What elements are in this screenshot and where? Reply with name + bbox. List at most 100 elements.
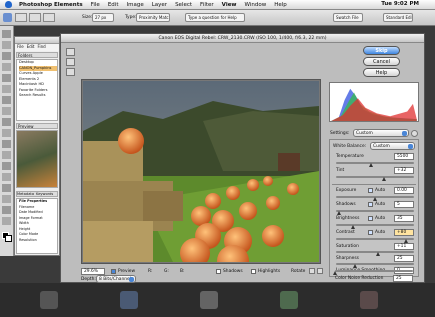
print-icon[interactable] [43, 13, 55, 22]
temperature-slider[interactable] [336, 162, 414, 164]
paint-bucket-tool-icon[interactable] [2, 162, 11, 170]
saturation-field[interactable]: +11 [394, 243, 414, 250]
contrast-auto-checkbox[interactable] [368, 230, 373, 235]
fb-menu-edit[interactable]: Edit [27, 44, 35, 51]
luminance-smoothing-slider-knob[interactable] [332, 271, 337, 275]
apple-menu-icon[interactable] [5, 1, 12, 8]
type-tool-icon[interactable] [2, 107, 11, 115]
zoom-tool-icon[interactable] [66, 48, 75, 56]
shadows-auto-checkbox[interactable] [368, 202, 373, 207]
brush-tool-icon[interactable] [2, 140, 11, 148]
rotate-left-icon[interactable] [309, 268, 315, 274]
settings-menu-icon[interactable] [411, 130, 418, 137]
save-icon[interactable] [29, 13, 41, 22]
temperature-slider-knob[interactable] [368, 163, 373, 167]
tint-slider-knob[interactable] [381, 177, 386, 181]
skip-button[interactable]: Skip [363, 46, 400, 55]
sharpness-slider[interactable] [336, 263, 414, 265]
menu-clock[interactable]: Tue 9:02 PM [381, 1, 419, 7]
marquee-tool-icon[interactable] [2, 74, 11, 82]
color-noise-reduction-field[interactable]: 25 [393, 275, 413, 282]
brightness-slider[interactable] [336, 224, 414, 226]
swatch-file-button[interactable]: Swatch File [333, 13, 363, 22]
preview-checkbox[interactable] [111, 269, 116, 274]
brightness-slider-knob[interactable] [351, 225, 356, 229]
menu-layer[interactable]: Layer [148, 2, 171, 8]
sponge-tool-icon[interactable] [2, 206, 11, 214]
tint-field[interactable]: +32 [394, 167, 414, 174]
brush-size-field[interactable]: 27 px [92, 13, 114, 22]
hand-tool-icon[interactable] [66, 58, 75, 66]
highlights-clipping-checkbox[interactable] [251, 269, 256, 274]
dock-app-icon[interactable] [200, 291, 218, 309]
shadows-field[interactable]: 5 [394, 201, 414, 208]
zoom-tool-icon[interactable] [2, 41, 11, 49]
white-balance-select[interactable]: Custom [370, 142, 415, 150]
menu-window[interactable]: Window [241, 2, 271, 8]
luminance-smoothing-slider[interactable] [335, 270, 413, 272]
fb-menu-file[interactable]: File [17, 44, 24, 51]
clone-stamp-tool-icon[interactable] [2, 217, 11, 225]
type-select[interactable]: Proximity Match [136, 13, 170, 22]
blur-tool-icon[interactable] [2, 195, 11, 203]
fb-menu-find[interactable]: Find [37, 44, 45, 51]
eyedropper-tool-icon[interactable] [2, 63, 11, 71]
menu-app-name[interactable]: Photoshop Elements [15, 2, 87, 8]
tab-keywords[interactable]: Keywords [36, 192, 53, 196]
tint-slider[interactable] [336, 176, 414, 178]
menu-image[interactable]: Image [122, 2, 147, 8]
tab-preview[interactable]: Preview [16, 123, 58, 129]
settings-select[interactable]: Custom [353, 129, 409, 137]
brightness-field[interactable]: 35 [394, 215, 414, 222]
depth-select[interactable]: 8 Bits/Channel [96, 275, 136, 283]
dock-app-icon[interactable] [40, 291, 58, 309]
standard-edit-button[interactable]: Standard Edit [383, 13, 413, 22]
exposure-slider-knob[interactable] [372, 197, 377, 201]
gradient-tool-icon[interactable] [2, 173, 11, 181]
menu-file[interactable]: File [87, 2, 104, 8]
white-balance-label: White Balance: [333, 144, 367, 149]
dock-app-icon[interactable] [360, 291, 378, 309]
dock-app-icon[interactable] [280, 291, 298, 309]
saturation-slider[interactable] [336, 251, 414, 253]
magic-wand-tool-icon[interactable] [2, 96, 11, 104]
cancel-button[interactable]: Cancel [363, 57, 400, 66]
contrast-field[interactable]: +80 [394, 229, 414, 236]
contrast-slider[interactable] [336, 238, 414, 240]
shape-tool-icon[interactable] [2, 184, 11, 192]
tab-folders[interactable]: Folders [16, 52, 58, 58]
background-color-swatch[interactable] [5, 235, 12, 242]
help-search-input[interactable]: Type a question for Help [185, 13, 245, 22]
menu-select[interactable]: Select [171, 2, 196, 8]
new-file-icon[interactable] [15, 13, 27, 22]
hand-tool-icon[interactable] [2, 52, 11, 60]
image-preview-pane[interactable] [81, 79, 321, 264]
menu-filter[interactable]: Filter [196, 2, 218, 8]
shadows-auto-label: Auto [375, 202, 386, 207]
crop-tool-icon[interactable] [2, 118, 11, 126]
dock-app-icon[interactable] [120, 291, 138, 309]
shadows-slider[interactable] [336, 210, 414, 212]
rotate-right-icon[interactable] [317, 268, 323, 274]
menu-view[interactable]: View [218, 2, 241, 8]
brightness-auto-checkbox[interactable] [368, 216, 373, 221]
zoom-level-field[interactable]: 29.6% [81, 268, 105, 275]
exposure-field[interactable]: 0.00 [394, 187, 414, 194]
shadows-clipping-checkbox[interactable] [216, 269, 221, 274]
sharpness-field[interactable]: 25 [394, 255, 414, 262]
eyedropper-tool-icon[interactable] [66, 68, 75, 76]
lasso-tool-icon[interactable] [2, 85, 11, 93]
folder-item-search[interactable]: Search Results [19, 93, 57, 99]
menu-edit[interactable]: Edit [104, 2, 123, 8]
eraser-tool-icon[interactable] [2, 151, 11, 159]
shadows-slider-knob[interactable] [337, 211, 342, 215]
move-tool-icon[interactable] [2, 30, 11, 38]
menu-help[interactable]: Help [270, 2, 291, 8]
exposure-auto-checkbox[interactable] [368, 188, 373, 193]
tab-metadata[interactable]: Metadata [17, 192, 34, 196]
temperature-field[interactable]: 5500 [394, 153, 414, 160]
red-eye-tool-icon[interactable] [2, 129, 11, 137]
saturation-slider-knob[interactable] [376, 252, 381, 256]
help-button[interactable]: Help [363, 68, 400, 77]
divider [332, 184, 416, 185]
